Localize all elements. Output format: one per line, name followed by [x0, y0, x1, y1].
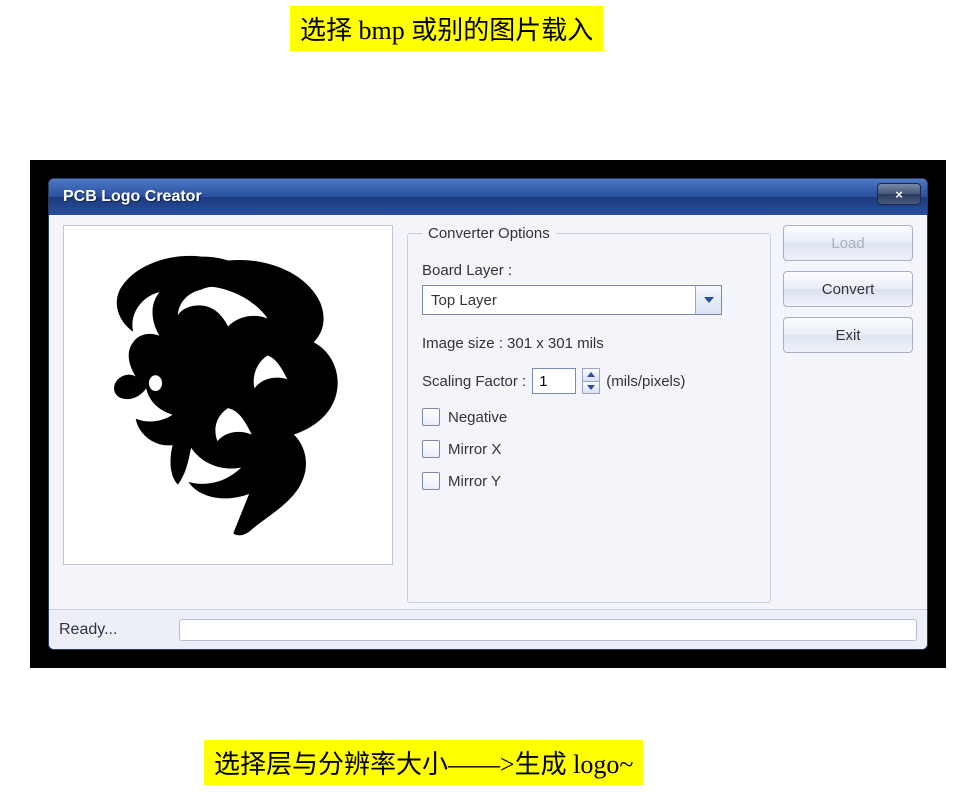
- client-area: Converter Options Board Layer : Top Laye…: [49, 215, 927, 649]
- side-buttons: Load Convert Exit: [783, 225, 913, 603]
- mirror-x-checkbox[interactable]: [422, 440, 440, 458]
- options-panel: Converter Options Board Layer : Top Laye…: [407, 225, 913, 603]
- board-layer-label: Board Layer :: [422, 262, 756, 279]
- titlebar[interactable]: PCB Logo Creator ×: [49, 179, 927, 215]
- image-size-text: Image size : 301 x 301 mils: [422, 335, 604, 352]
- mirror-y-label: Mirror Y: [448, 473, 501, 490]
- scaling-up-button[interactable]: [582, 368, 600, 382]
- lion-logo-icon: [93, 250, 363, 540]
- progress-bar: [179, 619, 917, 641]
- negative-checkbox[interactable]: [422, 408, 440, 426]
- status-text: Ready...: [59, 621, 169, 639]
- converter-options-group: Converter Options Board Layer : Top Laye…: [407, 225, 771, 603]
- board-layer-dropdown-button[interactable]: [695, 286, 721, 314]
- mirror-y-checkbox[interactable]: [422, 472, 440, 490]
- image-preview: [63, 225, 393, 565]
- scaling-factor-input[interactable]: [532, 368, 576, 394]
- scaling-spinner: [582, 368, 600, 394]
- annotation-bottom: 选择层与分辨率大小——>生成 logo~: [204, 740, 643, 785]
- status-bar: Ready...: [49, 609, 927, 649]
- convert-button[interactable]: Convert: [783, 271, 913, 307]
- close-icon: ×: [895, 187, 903, 202]
- scaling-down-button[interactable]: [582, 382, 600, 395]
- chevron-up-icon: [587, 372, 595, 377]
- mirror-x-label: Mirror X: [448, 441, 501, 458]
- screenshot-frame: PCB Logo Creator × Converter Options: [30, 160, 946, 668]
- close-button[interactable]: ×: [877, 183, 921, 205]
- app-window: PCB Logo Creator × Converter Options: [48, 178, 928, 650]
- scaling-units-label: (mils/pixels): [606, 373, 685, 390]
- chevron-down-icon: [587, 385, 595, 390]
- chevron-down-icon: [704, 297, 714, 303]
- exit-button[interactable]: Exit: [783, 317, 913, 353]
- window-title: PCB Logo Creator: [63, 188, 202, 206]
- scaling-factor-label: Scaling Factor :: [422, 373, 526, 390]
- negative-label: Negative: [448, 409, 507, 426]
- board-layer-value: Top Layer: [423, 292, 695, 309]
- board-layer-select[interactable]: Top Layer: [422, 285, 722, 315]
- load-button[interactable]: Load: [783, 225, 913, 261]
- annotation-top: 选择 bmp 或别的图片载入: [290, 6, 603, 51]
- main-row: Converter Options Board Layer : Top Laye…: [49, 215, 927, 609]
- converter-options-legend: Converter Options: [422, 225, 556, 242]
